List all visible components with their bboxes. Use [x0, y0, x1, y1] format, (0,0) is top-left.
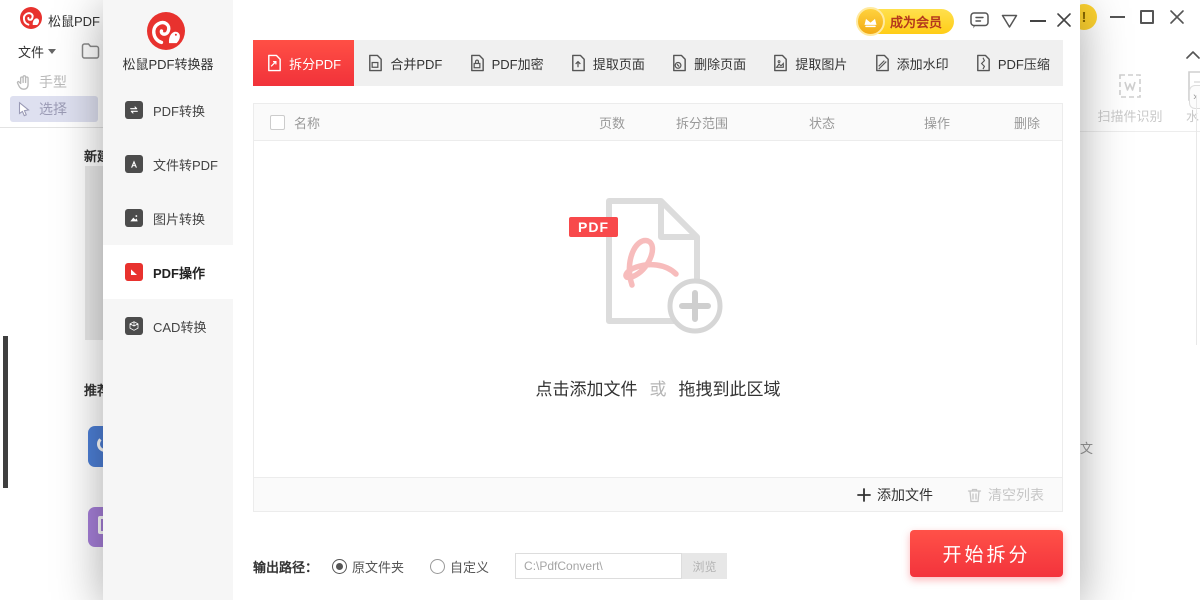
list-actions-bar: 添加文件 清空列表	[254, 477, 1062, 511]
collapse-ribbon-button[interactable]	[1186, 46, 1200, 64]
extract-pages-icon	[570, 54, 586, 72]
tab-encrypt-pdf[interactable]: PDF加密	[456, 40, 557, 86]
divider	[1196, 95, 1197, 345]
table-header: 名称 页数 拆分范围 状态 操作 删除	[254, 104, 1062, 141]
split-pdf-icon	[266, 54, 282, 72]
app-logo-icon	[20, 7, 42, 29]
screen: 松鼠PDF (联想 文件 手型 选择 新建 推荐 ! 扫描件识别	[0, 0, 1200, 600]
dialog-minimize-button[interactable]	[1030, 19, 1046, 23]
image-icon	[125, 209, 143, 227]
output-path-row: 输出路径： 原文件夹 自定义 浏览	[253, 551, 727, 581]
select-tool[interactable]: 选择	[10, 96, 98, 122]
function-tabbar: 拆分PDF 合并PDF PDF加密 提取页面 删除页面 提取图片	[253, 40, 1063, 86]
name-column: 名称	[254, 113, 582, 132]
squirrel-icon	[20, 7, 42, 29]
merge-pdf-icon	[367, 54, 383, 72]
radio-custom-path[interactable]	[430, 559, 445, 574]
squirrel-logo-icon	[147, 12, 185, 50]
tab-delete-pages[interactable]: 删除页面	[658, 40, 759, 86]
pdf-badge: PDF	[569, 217, 618, 237]
chat-icon	[969, 11, 990, 30]
watermark-icon	[874, 54, 890, 72]
background-text: 文	[1080, 438, 1093, 457]
status-column: 状态	[762, 113, 882, 132]
feedback-button[interactable]	[969, 11, 990, 30]
plus-icon	[857, 488, 871, 502]
browse-button[interactable]: 浏览	[682, 553, 727, 579]
sidebar-item-file-to-pdf[interactable]: 文件转PDF	[103, 137, 233, 191]
sidebar-nav: PDF转换 文件转PDF 图片转换 PDF操作 CAD转换	[103, 83, 233, 353]
sidebar-item-image-convert[interactable]: 图片转换	[103, 191, 233, 245]
minimize-icon	[1030, 19, 1046, 23]
drop-zone[interactable]: PDF 点击添加文件或拖拽到此区域	[254, 141, 1062, 477]
empty-state-graphic[interactable]: PDF	[582, 189, 734, 339]
become-vip-button[interactable]: 成为会员	[862, 9, 954, 34]
bg-maximize-button[interactable]	[1140, 10, 1154, 24]
select-all-checkbox[interactable]	[270, 115, 285, 130]
file-list-panel: 名称 页数 拆分范围 状态 操作 删除 PDF	[253, 103, 1063, 512]
lock-icon	[469, 54, 485, 72]
scan-icon	[1114, 70, 1146, 102]
output-path-input[interactable]	[515, 553, 682, 579]
divider	[1080, 131, 1200, 132]
pdf-operations-icon	[125, 263, 143, 281]
dialog-sidebar: 松鼠PDF转换器 PDF转换 文件转PDF 图片转换 PDF操作	[103, 0, 233, 600]
tab-compress-pdf[interactable]: PDF压缩	[962, 40, 1063, 86]
file-pdf-icon	[125, 155, 143, 173]
radio-source-folder-label: 原文件夹	[352, 557, 404, 576]
empty-state-text: 点击添加文件或拖拽到此区域	[536, 375, 781, 400]
hand-tool[interactable]: 手型	[14, 72, 67, 92]
divider	[0, 127, 103, 128]
tab-merge-pdf[interactable]: 合并PDF	[354, 40, 455, 86]
radio-custom-label: 自定义	[450, 557, 489, 576]
radio-source-folder[interactable]	[332, 559, 347, 574]
window-edge-strip	[3, 336, 8, 488]
sidebar-item-pdf-convert[interactable]: PDF转换	[103, 83, 233, 137]
split-pdf-dialog: 松鼠PDF转换器 PDF转换 文件转PDF 图片转换 PDF操作	[103, 0, 1080, 600]
clear-list-button[interactable]: 清空列表	[967, 485, 1044, 505]
chevron-up-icon	[1186, 50, 1200, 59]
close-icon	[1055, 11, 1073, 29]
add-file-button[interactable]: 添加文件	[857, 485, 933, 505]
tab-extract-pages[interactable]: 提取页面	[557, 40, 658, 86]
expand-panel-arrow[interactable]: ›	[1189, 85, 1200, 109]
tab-split-pdf[interactable]: 拆分PDF	[253, 40, 354, 86]
extract-images-icon	[772, 54, 788, 72]
sidebar-item-pdf-operations[interactable]: PDF操作	[103, 245, 233, 299]
sidebar-item-cad-convert[interactable]: CAD转换	[103, 299, 233, 353]
delete-pages-icon	[671, 54, 687, 72]
bg-minimize-button[interactable]	[1110, 16, 1125, 18]
tab-add-watermark[interactable]: 添加水印	[861, 40, 962, 86]
convert-icon	[125, 101, 143, 119]
trash-icon	[967, 487, 982, 503]
range-column: 拆分范围	[642, 113, 762, 132]
dialog-close-button[interactable]	[1055, 11, 1073, 29]
tab-extract-images[interactable]: 提取图片	[759, 40, 860, 86]
pages-column: 页数	[582, 113, 642, 132]
scan-recognition-button[interactable]: 扫描件识别	[1085, 70, 1175, 125]
hand-icon	[14, 73, 33, 92]
crown-icon	[856, 7, 885, 36]
action-column: 操作	[882, 113, 992, 132]
bg-close-button[interactable]	[1168, 8, 1186, 26]
file-menu[interactable]: 文件	[18, 42, 56, 61]
open-file-icon[interactable]	[80, 41, 101, 66]
pdf-file-icon	[582, 189, 734, 339]
menu-nabla-button[interactable]	[1000, 13, 1019, 29]
delete-column: 删除	[992, 113, 1062, 132]
triangle-down-icon	[1000, 13, 1019, 29]
close-icon	[1168, 8, 1186, 26]
start-split-button[interactable]: 开始拆分	[910, 530, 1063, 577]
caret-down-icon	[48, 49, 56, 54]
app-name: 松鼠PDF转换器	[103, 54, 233, 73]
cad-cube-icon	[125, 317, 143, 335]
compress-icon	[975, 54, 991, 72]
cursor-icon	[15, 100, 33, 118]
output-path-label: 输出路径：	[253, 557, 318, 576]
